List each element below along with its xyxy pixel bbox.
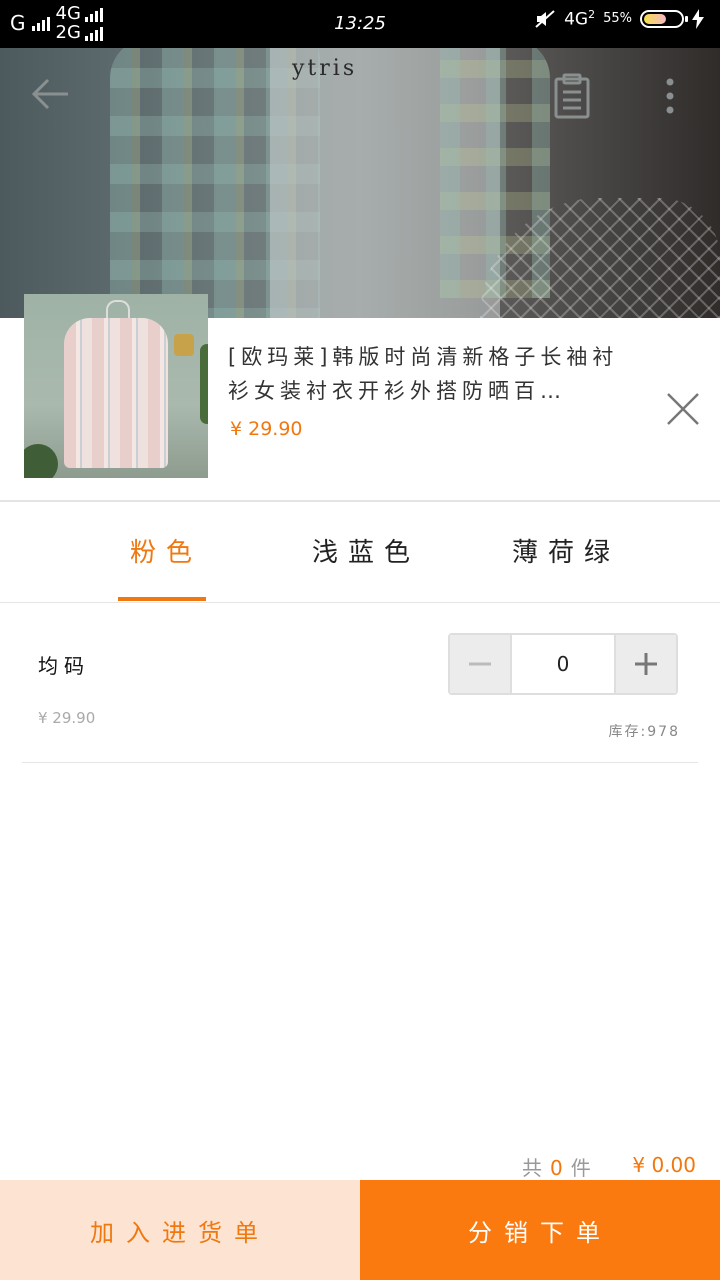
sku-price: ¥ 29.90 [38, 709, 96, 727]
quantity-input[interactable]: 0 [512, 635, 614, 693]
shirt-print-text: ytris [292, 56, 358, 81]
count-value: 0 [550, 1156, 567, 1180]
close-icon[interactable] [664, 390, 702, 428]
active-tab-indicator [118, 597, 206, 601]
quantity-stepper: 0 [448, 633, 678, 695]
total-price: ¥ 0.00 [632, 1153, 696, 1177]
product-price: ¥ 29.90 [230, 418, 303, 440]
minus-icon [469, 662, 491, 666]
sku-size-label: 均码 [38, 654, 90, 678]
battery-percent: 55% [603, 11, 632, 27]
color-tabs: 粉色 浅蓝色 薄荷绿 [0, 502, 720, 603]
distribute-order-button[interactable]: 分销下单 [360, 1180, 720, 1280]
clipboard-icon[interactable] [548, 72, 596, 120]
tab-light-blue[interactable]: 浅蓝色 [312, 532, 420, 569]
decrement-button[interactable] [450, 635, 512, 693]
status-bar: G 4G 2G 13:25 4G2 55% [0, 0, 720, 48]
data-network-label: 4G2 [564, 8, 596, 30]
count-suffix: 件 [570, 1156, 595, 1180]
count-prefix: 共 [522, 1156, 546, 1180]
charging-icon [692, 8, 704, 29]
battery-icon [640, 9, 688, 28]
stock-count: 库存:978 [608, 724, 680, 740]
increment-button[interactable] [614, 635, 676, 693]
tab-pink[interactable]: 粉色 [130, 532, 202, 569]
product-thumbnail [24, 294, 208, 478]
back-arrow-icon[interactable] [28, 72, 72, 116]
product-hero-image: ytris [0, 48, 720, 318]
selected-count: 共0件 [522, 1152, 595, 1181]
mute-icon [535, 10, 555, 28]
add-to-cart-button[interactable]: 加入进货单 [0, 1180, 360, 1280]
divider [22, 762, 698, 763]
system-indicators: 4G2 55% [534, 8, 704, 30]
tab-mint-green[interactable]: 薄荷绿 [512, 532, 620, 569]
product-title: [欧玛莱]韩版时尚清新格子长袖衬衫女装衬衣开衫外搭防晒百… [228, 345, 619, 403]
more-vertical-icon[interactable] [654, 72, 686, 120]
plus-icon [635, 653, 657, 675]
